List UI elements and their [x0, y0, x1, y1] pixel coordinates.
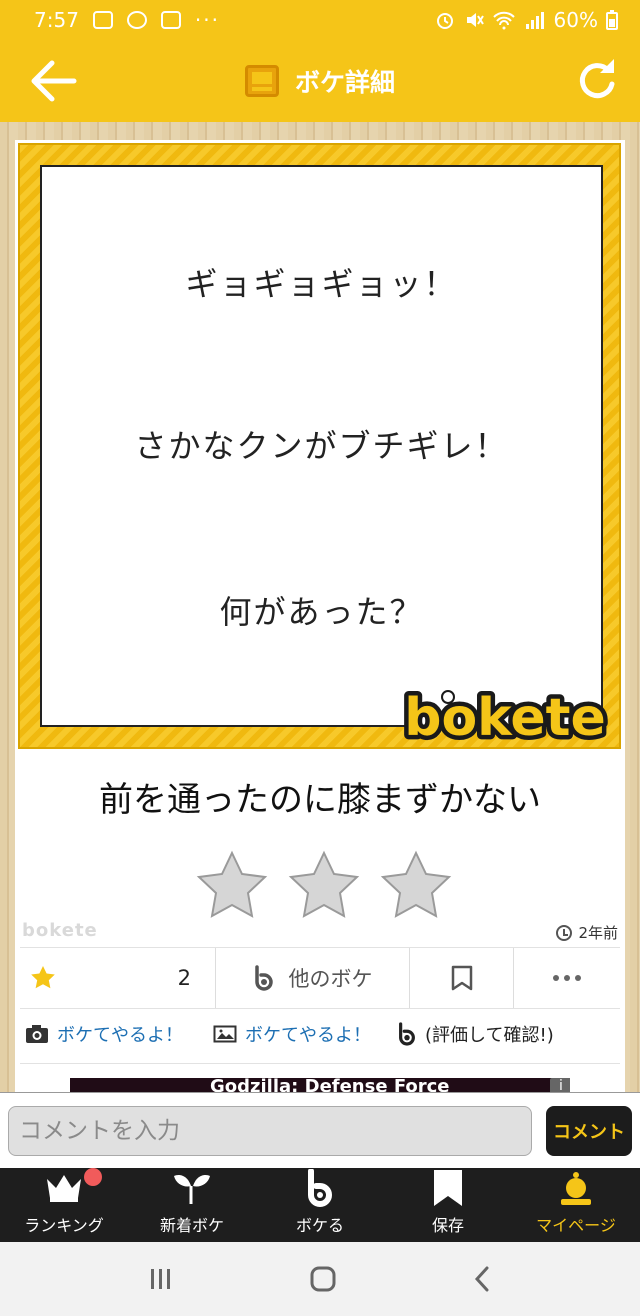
battery-percent: 60%	[553, 8, 598, 32]
app-notification-icon	[160, 11, 181, 29]
camera-icon	[26, 1025, 48, 1043]
svg-text:bokete: bokete	[404, 688, 606, 745]
app-header: ボケ詳細	[0, 40, 640, 122]
like-button[interactable]: 2	[20, 948, 216, 1008]
image-icon	[213, 1025, 237, 1043]
comment-send-button[interactable]: コメント	[546, 1105, 632, 1156]
more-dots-icon	[553, 975, 581, 981]
back-icon[interactable]	[472, 1265, 492, 1293]
bookmark-button[interactable]	[410, 948, 514, 1008]
mute-icon	[466, 13, 484, 27]
status-bar: 7:57 ··· 60%	[0, 0, 640, 40]
user-icon	[561, 1172, 591, 1205]
battery-icon	[606, 10, 618, 30]
tab-label: 保存	[431, 1216, 464, 1235]
photo-boke-link[interactable]: ボケてやるよ！	[25, 1021, 183, 1047]
boke-links: ボケてやるよ！ ボケてやるよ！ (評価して確認!)	[20, 1016, 620, 1064]
tab-new-boke[interactable]: 新着ボケ	[128, 1168, 256, 1242]
tab-label: ボケる	[295, 1216, 344, 1235]
image-boke-link[interactable]: ボケてやるよ！	[213, 1021, 371, 1047]
tab-label: 新着ボケ	[159, 1216, 224, 1235]
boke-image-frame[interactable]: ギョギョギョッ！ さかなクンがブチギレ！ 何があった？ bokete	[18, 143, 621, 749]
tab-ranking[interactable]: ランキング	[0, 1168, 128, 1242]
bookmark-icon	[434, 1170, 462, 1206]
comment-input[interactable]	[8, 1105, 532, 1156]
boke-caption: 前を通ったのに膝まずかない	[99, 780, 541, 820]
star-rate-1-icon[interactable]	[195, 850, 269, 922]
image-text-line-2: さかなクンがブチギレ！	[134, 427, 509, 465]
bokete-b-icon	[254, 965, 273, 991]
bokete-logo: bokete	[400, 685, 611, 745]
bokete-b-icon	[308, 1169, 332, 1207]
image-text-line-1: ギョギョギョッ！	[185, 265, 458, 303]
divider	[20, 1063, 620, 1064]
evaluate-link[interactable]: (評価して確認!)	[397, 1021, 554, 1047]
bokete-b-icon	[399, 1022, 415, 1046]
more-options-button[interactable]	[514, 974, 620, 982]
clock-icon	[556, 924, 573, 941]
line-app-icon	[126, 11, 147, 29]
tab-label: マイページ	[536, 1216, 616, 1235]
boke-image: ギョギョギョッ！ さかなクンがブチギレ！ 何があった？	[40, 165, 603, 727]
page-title: ボケ詳細	[294, 68, 395, 97]
refresh-icon[interactable]	[574, 56, 618, 104]
home-icon[interactable]	[309, 1265, 337, 1293]
comment-bar: コメント	[0, 1092, 640, 1168]
bottom-tab-bar: ランキング 新着ボケ ボケる 保存 マイページ	[0, 1168, 640, 1242]
action-bar: 2 他のボケ	[20, 947, 620, 1009]
status-time: 7:57	[34, 8, 79, 32]
image-text-line-3: 何があった？	[219, 593, 424, 631]
sprout-icon	[174, 1175, 210, 1204]
boke-card: ギョギョギョッ！ さかなクンがブチギレ！ 何があった？ bokete 前を通った…	[15, 140, 625, 1100]
star-rate-3-icon[interactable]	[379, 850, 453, 922]
recent-apps-icon[interactable]	[148, 1267, 174, 1291]
crown-icon	[47, 1175, 81, 1202]
star-filled-icon	[31, 966, 55, 989]
bokete-watermark: bokete	[22, 920, 98, 941]
back-arrow-icon[interactable]	[28, 58, 78, 104]
gallery-icon	[92, 11, 113, 29]
star-rate-2-icon[interactable]	[287, 850, 361, 922]
boke-detail-icon	[244, 65, 279, 97]
posted-time: 2年前	[556, 922, 618, 943]
like-count: 2	[177, 966, 191, 990]
tab-boke-ru[interactable]: ボケる	[256, 1168, 384, 1242]
system-nav-bar	[0, 1242, 640, 1316]
posted-ago-text: 2年前	[578, 924, 618, 942]
boke-meta: bokete 2年前	[22, 920, 618, 944]
other-boke-label: 他のボケ	[288, 967, 373, 991]
alarm-icon	[436, 13, 453, 29]
tab-saved[interactable]: 保存	[384, 1168, 512, 1242]
tab-my-page[interactable]: マイページ	[512, 1168, 640, 1242]
bookmark-icon	[451, 965, 472, 991]
rating-stars	[195, 850, 453, 922]
other-boke-button[interactable]: 他のボケ	[216, 948, 410, 1008]
tab-label: ランキング	[24, 1216, 104, 1235]
more-notifications-icon: ···	[194, 8, 220, 32]
wifi-icon	[492, 11, 515, 30]
notification-dot	[84, 1168, 102, 1186]
signal-icon	[525, 12, 544, 29]
